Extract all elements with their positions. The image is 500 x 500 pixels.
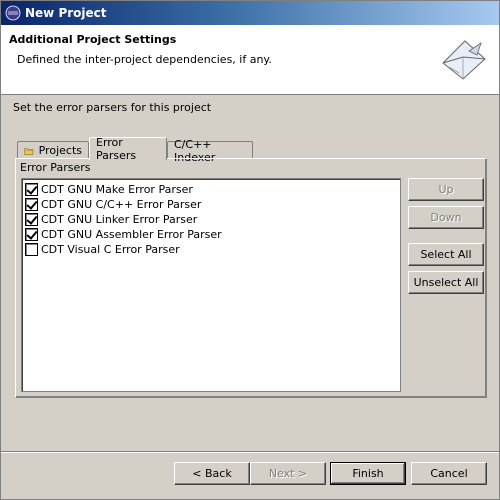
window-title: New Project — [25, 6, 107, 20]
unselect-all-button[interactable]: Unselect All — [408, 271, 484, 294]
new-project-dialog: New Project Additional Project Settings … — [0, 0, 500, 500]
group-label: Error Parsers — [20, 161, 91, 174]
parser-checkbox[interactable] — [25, 228, 38, 241]
error-parser-list[interactable]: CDT GNU Make Error Parser CDT GNU C/C++ … — [21, 178, 401, 392]
parser-checkbox[interactable] — [25, 243, 38, 256]
list-item[interactable]: CDT GNU Make Error Parser — [25, 182, 193, 197]
tab-label: Projects — [38, 144, 82, 157]
tab-bar: Projects Error Parsers C/C++ Indexer — [17, 136, 487, 164]
down-button[interactable]: Down — [408, 206, 484, 229]
parser-checkbox[interactable] — [25, 198, 38, 211]
title-bar[interactable]: New Project — [1, 1, 499, 25]
parser-checkbox[interactable] — [25, 213, 38, 226]
list-item[interactable]: CDT GNU Assembler Error Parser — [25, 227, 222, 242]
list-item[interactable]: CDT Visual C Error Parser — [25, 242, 180, 257]
tab-label: Error Parsers — [96, 136, 137, 162]
cancel-button[interactable]: Cancel — [411, 462, 487, 485]
finish-button[interactable]: Finish — [330, 462, 406, 485]
eclipse-icon — [5, 5, 21, 21]
footer-separator — [1, 451, 499, 453]
parser-label: CDT GNU Linker Error Parser — [41, 213, 198, 226]
parser-label: CDT GNU Make Error Parser — [41, 183, 193, 196]
tab-error-parsers[interactable]: Error Parsers — [89, 136, 167, 162]
folder-icon — [24, 147, 34, 155]
instruction-text: Set the error parsers for this project — [13, 101, 212, 114]
page-description: Defined the inter-project dependencies, … — [17, 53, 272, 66]
error-parsers-panel: Error Parsers CDT GNU Make Error Parser … — [15, 158, 487, 398]
wizard-header: Additional Project Settings Defined the … — [1, 25, 499, 95]
parser-label: CDT GNU Assembler Error Parser — [41, 228, 222, 241]
tab-projects[interactable]: Projects — [17, 141, 89, 159]
back-button[interactable]: < Back — [174, 462, 250, 485]
list-item[interactable]: CDT GNU C/C++ Error Parser — [25, 197, 201, 212]
page-heading: Additional Project Settings — [9, 33, 177, 46]
up-button[interactable]: Up — [408, 178, 484, 201]
select-all-button[interactable]: Select All — [408, 243, 484, 266]
parser-label: CDT GNU C/C++ Error Parser — [41, 198, 202, 211]
next-button[interactable]: Next > — [250, 462, 326, 485]
wizard-envelope-icon — [442, 40, 486, 80]
parser-checkbox[interactable] — [25, 183, 38, 196]
list-item[interactable]: CDT GNU Linker Error Parser — [25, 212, 197, 227]
tab-cpp-indexer[interactable]: C/C++ Indexer — [167, 138, 253, 164]
parser-label: CDT Visual C Error Parser — [41, 243, 180, 256]
